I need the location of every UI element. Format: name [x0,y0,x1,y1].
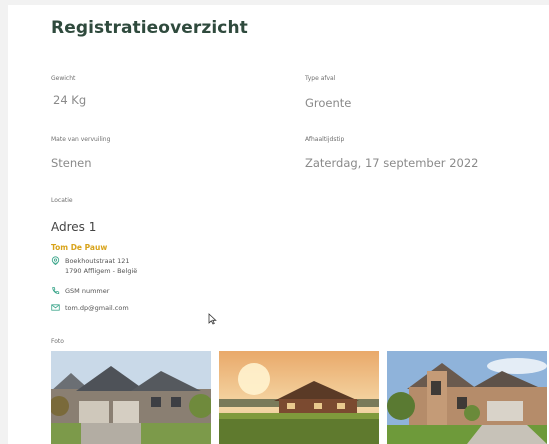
phone-icon [52,286,60,294]
mouse-cursor-icon [208,313,217,325]
house-photo-2[interactable] [219,351,379,444]
house-photo-3[interactable] [387,351,547,444]
registration-card: Registratieoverzicht Gewicht 24 Kg Type … [8,5,549,444]
phone-row: GSM nummer [51,286,109,296]
contact-name: Tom De Pauw [51,243,108,252]
photo-gallery [51,351,547,444]
pickup-time-label: Afhaaltijdstip [305,136,345,143]
envelope-icon [51,304,60,311]
street-text: Boekhoutstraat 121 [65,257,130,265]
address-row: Boekhoutstraat 121 1790 Affligem - Belgi… [51,256,137,276]
location-pin-icon [51,256,60,265]
location-label: Locatie [51,197,73,204]
photo-label: Foto [51,338,64,345]
phone-text[interactable]: GSM nummer [65,286,109,296]
pollution-label: Mate van vervuiling [51,136,111,143]
email-text[interactable]: tom.dp@gmail.com [65,303,129,313]
pickup-time-value: Zaterdag, 17 september 2022 [305,156,479,170]
email-row: tom.dp@gmail.com [51,303,129,313]
page-title: Registratieoverzicht [51,18,248,38]
weight-value: 24 Kg [53,93,87,107]
weight-label: Gewicht [51,75,76,82]
pollution-value: Stenen [51,156,92,170]
address-title: Adres 1 [51,220,97,234]
city-text: 1790 Affligem - België [65,267,138,275]
waste-type-label: Type afval [305,75,336,82]
waste-type-value: Groente [305,96,352,110]
house-photo-1[interactable] [51,351,211,444]
